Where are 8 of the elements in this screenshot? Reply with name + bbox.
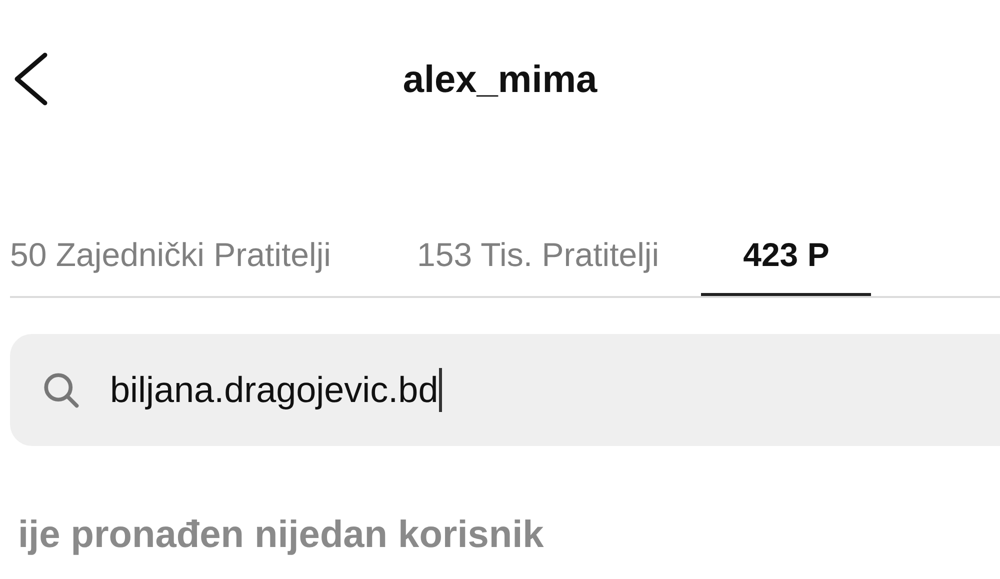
chevron-left-icon <box>12 51 48 107</box>
text-cursor <box>439 368 442 412</box>
search-field[interactable]: biljana.dragojevic.bd <box>10 334 1000 446</box>
tab[interactable]: 50 Zajednički Pratitelji <box>10 216 375 296</box>
tab[interactable]: 153 Tis. Pratitelji <box>374 216 702 296</box>
tab[interactable]: 423 P <box>701 216 872 296</box>
empty-results-message: ije pronađen nijedan korisnik <box>18 516 545 554</box>
profile-username: alex_mima <box>402 61 598 99</box>
